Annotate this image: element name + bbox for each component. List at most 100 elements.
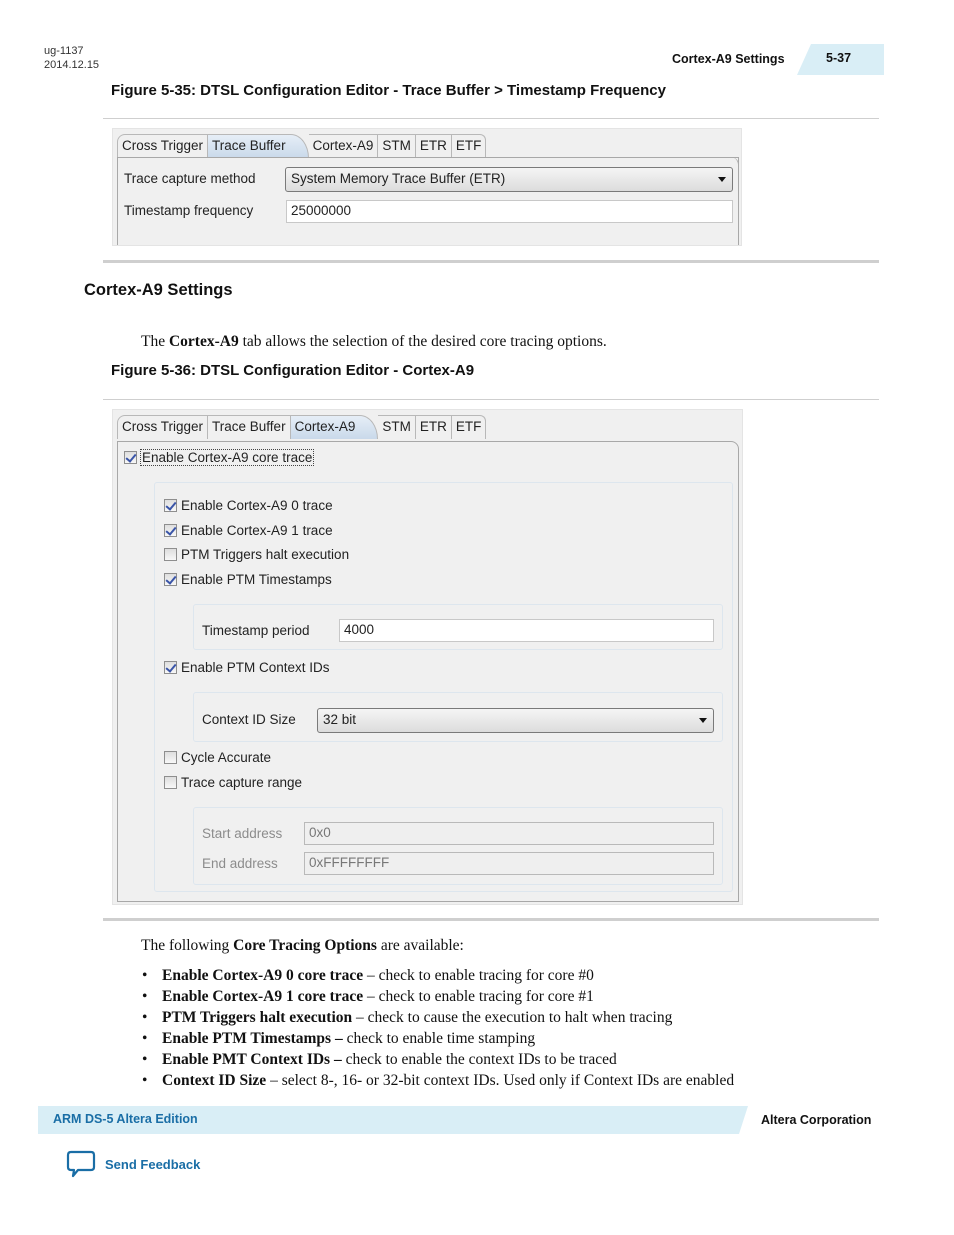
option-desc: – check to cause the execution to halt w… <box>352 1009 673 1026</box>
trace-capture-method-label: Trace capture method <box>124 171 256 186</box>
option-desc: – select 8-, 16- or 32-bit context IDs. … <box>266 1072 735 1089</box>
speech-bubble-icon <box>66 1150 96 1178</box>
enable-core-trace-checkbox[interactable]: Enable Cortex-A9 core trace <box>124 449 315 466</box>
tab-etr[interactable]: ETR <box>415 134 452 158</box>
send-feedback-label: Send Feedback <box>105 1156 201 1172</box>
start-address-input[interactable]: 0x0 <box>304 822 714 845</box>
option-term: Enable PMT Context IDs – <box>162 1051 342 1068</box>
list-item: • Enable Cortex-A9 1 core trace – check t… <box>142 986 734 1007</box>
ptm-triggers-halt-checkbox[interactable]: PTM Triggers halt execution <box>164 547 349 562</box>
timestamp-period-input[interactable]: 4000 <box>339 619 714 642</box>
figure-35-title: Figure 5-35: DTSL Configuration Editor -… <box>111 82 666 99</box>
enable-core0-trace-label: Enable Cortex-A9 0 trace <box>181 498 333 513</box>
section-heading: Cortex-A9 Settings <box>84 281 233 299</box>
options-intro-bold: Core Tracing Options <box>233 937 377 954</box>
trace-capture-range-label: Trace capture range <box>181 775 303 790</box>
tab-trace-buffer[interactable]: Trace Buffer <box>208 134 309 158</box>
tab-cross-trigger[interactable]: Cross Trigger <box>117 415 209 439</box>
option-term: Enable PTM Timestamps – <box>162 1030 343 1047</box>
dropdown-arrow-icon <box>699 718 707 723</box>
enable-context-ids-checkbox[interactable]: Enable PTM Context IDs <box>164 660 330 675</box>
dropdown-arrow-icon <box>718 177 726 182</box>
bullet-icon: • <box>142 967 148 984</box>
bullet-icon: • <box>142 988 148 1005</box>
footer-company: Altera Corporation <box>761 1113 872 1127</box>
timestamp-period-label: Timestamp period <box>202 623 310 638</box>
checkbox-unchecked-icon <box>164 548 177 561</box>
tab-etr[interactable]: ETR <box>415 415 452 439</box>
tab-divider <box>117 157 739 158</box>
list-item: • PTM Triggers halt execution – check to … <box>142 1007 734 1028</box>
tab-etf[interactable]: ETF <box>451 134 487 158</box>
context-id-size-label: Context ID Size <box>202 712 296 727</box>
option-term: Context ID Size <box>162 1072 267 1089</box>
cycle-accurate-checkbox[interactable]: Cycle Accurate <box>164 750 271 765</box>
trace-capture-method-value: System Memory Trace Buffer (ETR) <box>291 171 506 186</box>
list-item: • Enable PTM Timestamps – check to enable… <box>142 1028 734 1049</box>
list-item: • Context ID Size – select 8-, 16- or 32-… <box>142 1070 734 1091</box>
tab-stm[interactable]: STM <box>378 415 416 439</box>
options-intro: The following Core Tracing Options are a… <box>141 937 464 955</box>
section-intro: The Cortex-A9 tab allows the selection o… <box>141 333 607 351</box>
option-desc: check to enable the context IDs to be tr… <box>341 1051 617 1068</box>
end-address-label: End address <box>202 856 278 871</box>
timestamp-frequency-input[interactable]: 25000000 <box>286 200 733 223</box>
enable-core1-trace-checkbox[interactable]: Enable Cortex-A9 1 trace <box>164 523 333 538</box>
tab-cortex-a9[interactable]: Cortex-A9 <box>290 415 379 439</box>
enable-core0-trace-checkbox[interactable]: Enable Cortex-A9 0 trace <box>164 498 333 513</box>
figure-top-rule <box>103 399 879 400</box>
footer-product: ARM DS-5 Altera Edition <box>53 1112 198 1126</box>
bullet-icon: • <box>142 1051 148 1068</box>
checkbox-checked-icon <box>164 499 177 512</box>
tab-cortex-a9[interactable]: Cortex-A9 <box>308 134 379 158</box>
enable-ptm-timestamps-checkbox[interactable]: Enable PTM Timestamps <box>164 572 332 587</box>
figure-bottom-rule <box>103 918 879 921</box>
page-number: 5-37 <box>826 51 852 65</box>
dtsl-editor-trace-buffer: Cross Trigger Trace Buffer Cortex-A9 STM… <box>112 128 742 246</box>
page-number-tab: 5-37 <box>797 44 884 75</box>
option-desc: – check to enable tracing for core #1 <box>363 988 594 1005</box>
bullet-icon: • <box>142 1030 148 1047</box>
bullet-icon: • <box>142 1072 148 1089</box>
enable-core1-trace-label: Enable Cortex-A9 1 trace <box>181 523 333 538</box>
tab-trace-buffer[interactable]: Trace Buffer <box>208 415 291 439</box>
context-id-size-select[interactable]: 32 bit <box>317 708 714 733</box>
option-desc: check to enable time stamping <box>342 1030 536 1047</box>
checkbox-checked-icon <box>164 573 177 586</box>
figure-bottom-rule <box>103 260 879 263</box>
enable-core-trace-label: Enable Cortex-A9 core trace <box>139 449 315 466</box>
end-address-input[interactable]: 0xFFFFFFFF <box>304 852 714 875</box>
checkbox-checked-icon <box>124 451 137 464</box>
options-intro-end: are available: <box>376 937 464 954</box>
options-intro-text: The following <box>141 937 234 954</box>
enable-context-ids-label: Enable PTM Context IDs <box>181 660 330 675</box>
bullet-icon: • <box>142 1009 148 1026</box>
tab-strip: Cross Trigger Trace Buffer Cortex-A9 STM… <box>117 132 487 158</box>
enable-ptm-timestamps-label: Enable PTM Timestamps <box>181 572 332 587</box>
option-term: Enable Cortex-A9 1 core trace <box>162 988 364 1005</box>
checkbox-unchecked-icon <box>164 776 177 789</box>
doc-meta: ug-1137 2014.12.15 <box>44 44 99 72</box>
option-desc: – check to enable tracing for core #0 <box>363 967 594 984</box>
checkbox-checked-icon <box>164 661 177 674</box>
tab-etf[interactable]: ETF <box>451 415 487 439</box>
list-item: • Enable Cortex-A9 0 core trace – check t… <box>142 965 734 986</box>
trace-capture-method-select[interactable]: System Memory Trace Buffer (ETR) <box>285 167 733 192</box>
context-id-size-value: 32 bit <box>323 712 357 727</box>
doc-id: ug-1137 <box>44 45 84 57</box>
checkbox-checked-icon <box>164 524 177 537</box>
start-address-label: Start address <box>202 826 283 841</box>
tab-strip: Cross Trigger Trace Buffer Cortex-A9 STM… <box>117 413 487 439</box>
option-term: PTM Triggers halt execution <box>162 1009 353 1026</box>
list-item: • Enable PMT Context IDs – check to enabl… <box>142 1049 734 1070</box>
send-feedback-link[interactable]: Send Feedback <box>66 1150 200 1178</box>
trace-capture-range-checkbox[interactable]: Trace capture range <box>164 775 302 790</box>
option-term: Enable Cortex-A9 0 core trace <box>162 967 364 984</box>
timestamp-frequency-label: Timestamp frequency <box>124 203 254 218</box>
checkbox-unchecked-icon <box>164 751 177 764</box>
tab-stm[interactable]: STM <box>378 134 416 158</box>
core-tracing-options-list: • Enable Cortex-A9 0 core trace – check t… <box>142 965 734 1091</box>
figure-36-title: Figure 5-36: DTSL Configuration Editor -… <box>111 362 475 379</box>
figure-top-rule <box>103 118 879 119</box>
tab-cross-trigger[interactable]: Cross Trigger <box>117 134 209 158</box>
